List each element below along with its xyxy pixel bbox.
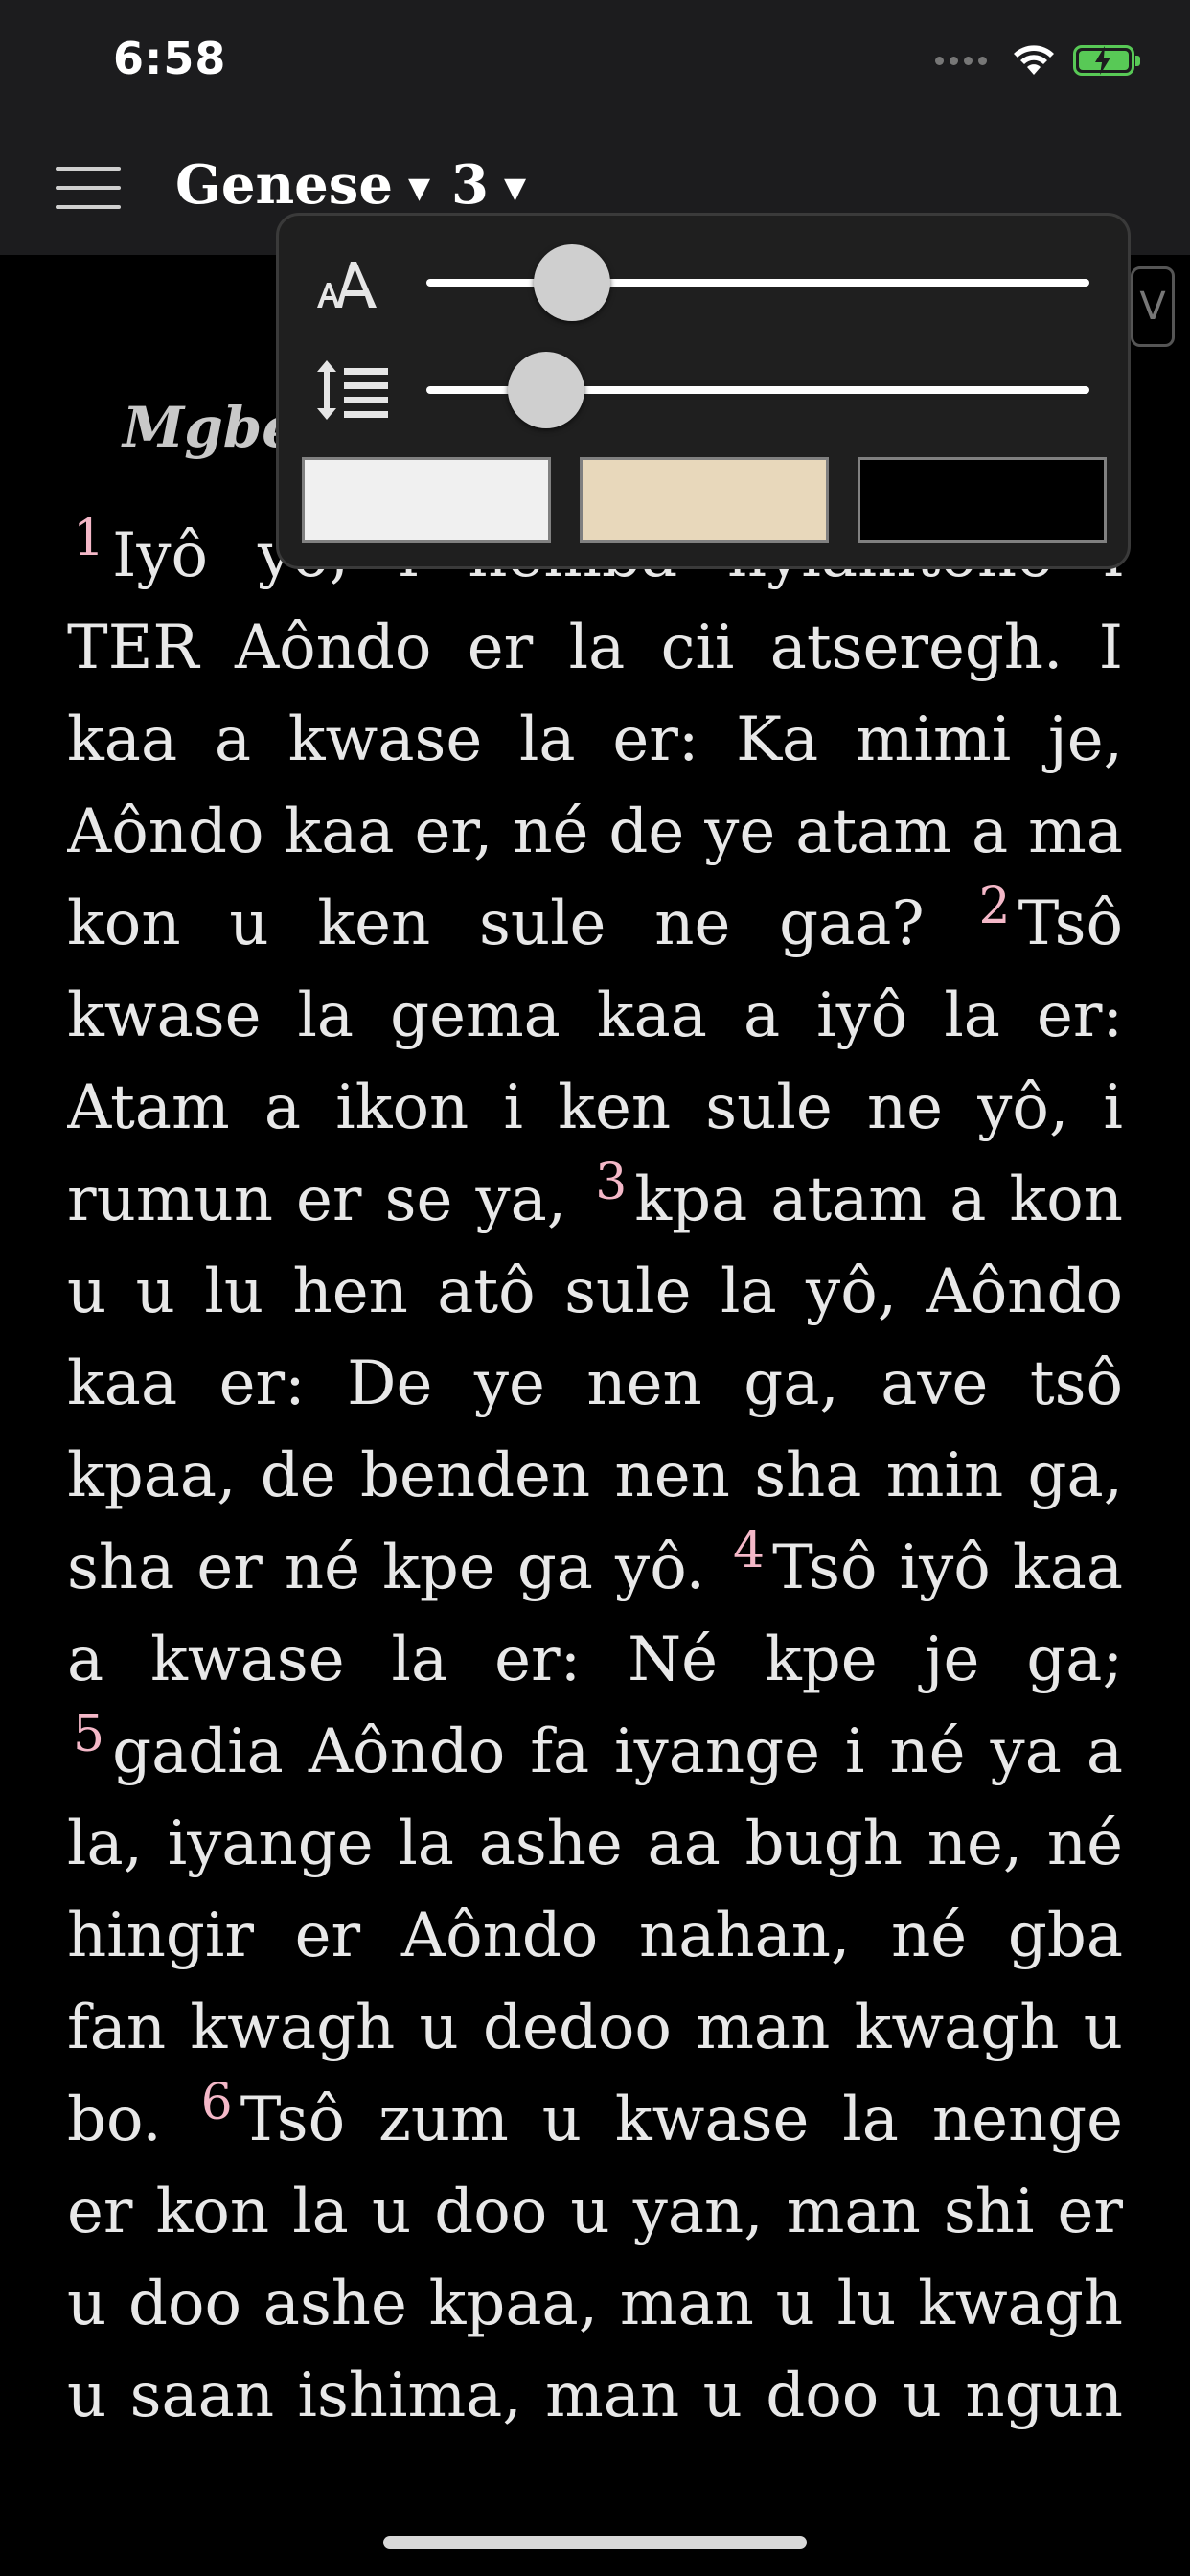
line-spacing-row bbox=[313, 352, 1089, 428]
theme-selector bbox=[302, 457, 1107, 543]
audio-toggle-button[interactable]: V bbox=[1131, 266, 1175, 347]
chapter-number: 3 bbox=[451, 153, 489, 217]
caret-down-icon: ▼ bbox=[503, 171, 527, 205]
section-heading: Mgbe bbox=[123, 395, 298, 460]
home-indicator bbox=[383, 2536, 807, 2549]
verse-text[interactable]: Iyô yô, i hemba nyiamtoho i TER Aôndo er… bbox=[67, 520, 1123, 959]
verse-number[interactable]: 4 bbox=[733, 1522, 765, 1579]
font-size-icon bbox=[313, 244, 390, 321]
line-spacing-icon bbox=[313, 352, 390, 428]
verse-number[interactable]: 3 bbox=[595, 1154, 627, 1211]
wifi-icon bbox=[1014, 45, 1054, 75]
font-size-row bbox=[313, 244, 1089, 321]
chapter-selector[interactable]: 3 ▼ bbox=[451, 153, 526, 217]
verse-number[interactable]: 6 bbox=[201, 2074, 233, 2131]
book-selector[interactable]: Genese ▼ bbox=[175, 153, 430, 217]
font-size-slider[interactable] bbox=[426, 244, 1089, 321]
chapter-text: 1Iyô yô, i hemba nyiamtoho i TER Aôndo e… bbox=[67, 510, 1123, 2471]
font-size-slider-thumb[interactable] bbox=[534, 244, 611, 321]
verse-number[interactable]: 5 bbox=[73, 1706, 104, 1763]
battery-charging-icon bbox=[1073, 45, 1140, 76]
theme-dark-button[interactable] bbox=[858, 457, 1107, 543]
theme-sepia-button[interactable] bbox=[580, 457, 829, 543]
verse-number[interactable]: 1 bbox=[73, 510, 104, 567]
display-settings-popover bbox=[276, 213, 1131, 569]
status-icons bbox=[935, 44, 1140, 77]
audio-toggle-label: V bbox=[1139, 285, 1166, 329]
hamburger-icon bbox=[56, 167, 121, 171]
signal-dots-icon bbox=[935, 56, 987, 65]
book-name: Genese bbox=[175, 153, 393, 217]
theme-light-button[interactable] bbox=[302, 457, 551, 543]
status-time: 6:58 bbox=[113, 33, 227, 84]
line-spacing-slider[interactable] bbox=[426, 352, 1089, 428]
menu-button[interactable] bbox=[56, 167, 121, 209]
line-spacing-slider-thumb[interactable] bbox=[507, 352, 584, 428]
verse-text[interactable]: Tsô zum u kwase la nenge er kon la u doo… bbox=[67, 2084, 1123, 2471]
verse-number[interactable]: 2 bbox=[979, 878, 1011, 935]
caret-down-icon: ▼ bbox=[407, 171, 431, 205]
